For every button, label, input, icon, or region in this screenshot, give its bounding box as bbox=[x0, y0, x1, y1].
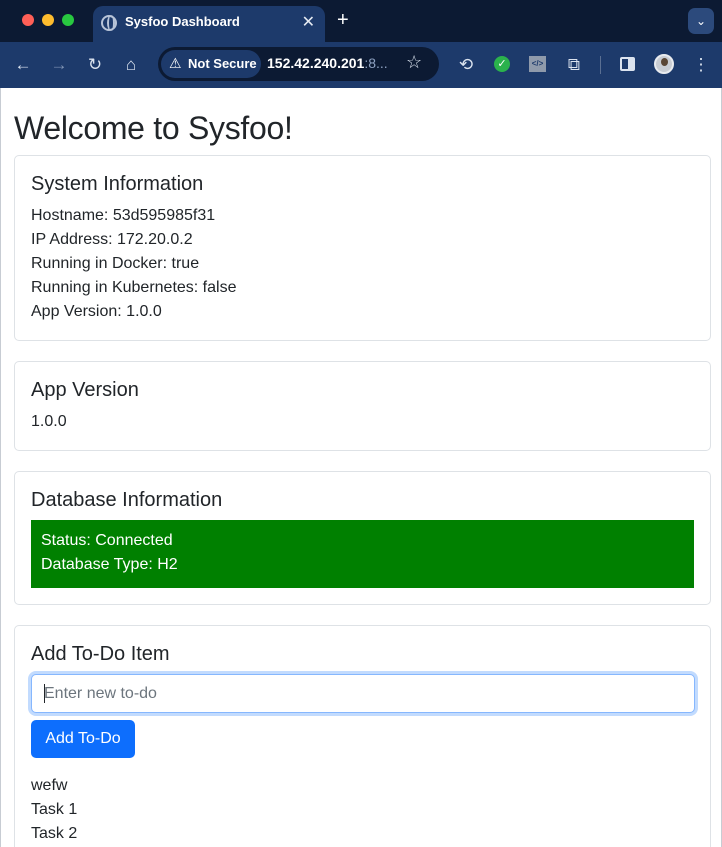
tab-title: Sysfoo Dashboard bbox=[125, 14, 240, 29]
database-information-heading: Database Information bbox=[31, 489, 223, 511]
url-port: :8... bbox=[364, 55, 388, 71]
star-icon[interactable]: ☆ bbox=[406, 52, 422, 73]
todo-item: Task 1 bbox=[31, 801, 78, 818]
todo-item: Task 2 bbox=[31, 825, 78, 842]
add-todo-button[interactable]: Add To-Do bbox=[31, 720, 135, 758]
browser-tab[interactable]: Sysfoo Dashboard ✕ bbox=[93, 6, 325, 42]
kebab-menu-icon[interactable]: ⋮ bbox=[690, 54, 712, 76]
tab-search-chevron-icon[interactable]: ⌄ bbox=[688, 8, 714, 34]
reload-icon[interactable]: ↻ bbox=[84, 54, 106, 76]
database-type-text: Database Type: H2 bbox=[41, 556, 178, 573]
globe-icon bbox=[101, 15, 117, 31]
todo-item: wefw bbox=[31, 777, 68, 794]
browser-titlebar: Sysfoo Dashboard ✕ + ⌄ bbox=[0, 0, 722, 42]
home-icon[interactable]: ⌂ bbox=[120, 54, 142, 76]
browser-toolbar: ← → ↻ ⌂ ⚠ Not Secure 152.42.240.201:8...… bbox=[0, 42, 722, 88]
address-bar[interactable]: ⚠ Not Secure 152.42.240.201:8... ☆ bbox=[158, 47, 439, 81]
todo-input[interactable] bbox=[31, 674, 695, 713]
toolbar-divider bbox=[600, 56, 601, 74]
new-tab-button[interactable]: + bbox=[337, 9, 349, 31]
app-version-value: 1.0.0 bbox=[31, 413, 67, 430]
text-caret bbox=[44, 684, 45, 703]
back-arrow-icon[interactable]: ← bbox=[12, 54, 34, 76]
app-version-card: App Version 1.0.0 bbox=[14, 361, 711, 451]
docker-status-text: Running in Docker: true bbox=[31, 255, 200, 272]
database-status-text: Status: Connected bbox=[41, 532, 173, 549]
maximize-window-button[interactable] bbox=[62, 14, 74, 26]
security-indicator[interactable]: ⚠ Not Secure bbox=[161, 50, 261, 78]
forward-arrow-icon[interactable]: → bbox=[48, 54, 70, 76]
add-todo-card: Add To-Do Item Add To-Do wefw Task 1 Tas… bbox=[14, 625, 711, 847]
minimize-window-button[interactable] bbox=[42, 14, 54, 26]
close-tab-icon[interactable]: ✕ bbox=[302, 12, 315, 32]
page-title: Welcome to Sysfoo! bbox=[14, 110, 293, 146]
extension-check-icon[interactable]: ✓ bbox=[494, 56, 510, 72]
add-todo-heading: Add To-Do Item bbox=[31, 643, 170, 665]
url-text[interactable]: 152.42.240.201:8... bbox=[267, 55, 388, 71]
app-version-text: App Version: 1.0.0 bbox=[31, 303, 162, 320]
hostname-text: Hostname: 53d595985f31 bbox=[31, 207, 216, 224]
side-panel-icon[interactable] bbox=[620, 57, 635, 71]
ip-address-text: IP Address: 172.20.0.2 bbox=[31, 231, 193, 248]
url-host: 152.42.240.201 bbox=[267, 55, 365, 71]
system-information-heading: System Information bbox=[31, 173, 204, 195]
page-content: Welcome to Sysfoo! System Information Ho… bbox=[0, 88, 722, 847]
system-information-card: System Information Hostname: 53d595985f3… bbox=[14, 155, 711, 341]
extension-code-icon[interactable]: </> bbox=[529, 56, 546, 72]
database-status-box: Status: Connected Database Type: H2 bbox=[31, 520, 694, 588]
database-information-card: Database Information Status: Connected D… bbox=[14, 471, 711, 605]
close-window-button[interactable] bbox=[22, 14, 34, 26]
profile-avatar[interactable] bbox=[654, 54, 674, 74]
security-label: Not Secure bbox=[188, 56, 257, 71]
extension-sync-icon[interactable]: ⟲ bbox=[455, 54, 477, 76]
app-version-heading: App Version bbox=[31, 379, 139, 401]
warning-icon: ⚠ bbox=[169, 55, 182, 71]
kubernetes-status-text: Running in Kubernetes: false bbox=[31, 279, 237, 296]
extensions-puzzle-icon[interactable]: ⧉ bbox=[563, 54, 585, 76]
